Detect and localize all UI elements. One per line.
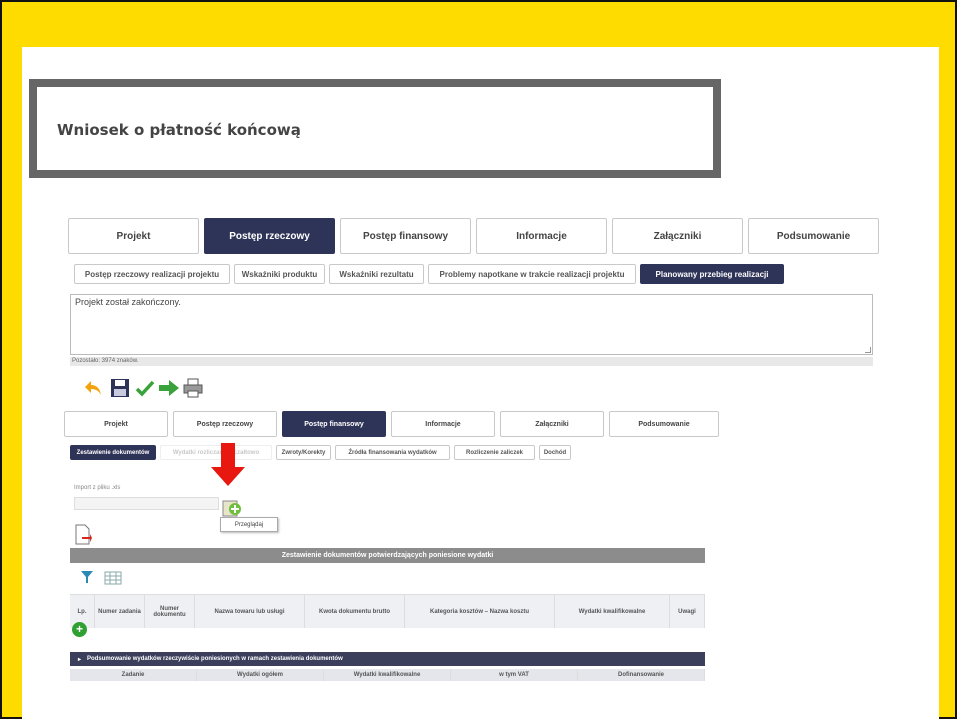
file-input[interactable] xyxy=(74,497,219,510)
char-count: Pozostało: 3974 znaków. xyxy=(70,357,873,366)
slide-frame: Wniosek o płatność końcową Projekt Postę… xyxy=(0,0,957,719)
column-header: Uwagi xyxy=(670,595,705,628)
subtab-planowany-przebieg[interactable]: Planowany przebieg realizacji xyxy=(640,264,784,284)
inner-subtab-dochod[interactable]: Dochód xyxy=(539,445,571,460)
inner-subtab-zaliczki[interactable]: Rozliczenie zaliczek xyxy=(454,445,535,460)
table-view-icon[interactable] xyxy=(104,571,122,585)
inner-tab-postep-rzeczowy[interactable]: Postęp rzeczowy xyxy=(173,411,277,437)
column-header: Dofinansowanie xyxy=(578,669,705,681)
column-header: Numer dokumentu xyxy=(145,595,195,628)
tab-postep-finansowy[interactable]: Postęp finansowy xyxy=(340,218,471,254)
import-label: Import z pliku .xls xyxy=(74,485,121,491)
documents-section-header: Zestawienie dokumentów potwierdzających … xyxy=(70,548,705,563)
subtab-wskazniki-produktu[interactable]: Wskaźniki produktu xyxy=(234,264,325,284)
column-header: Wydatki kwalifikowalne xyxy=(555,595,670,628)
red-arrow-indicator xyxy=(210,443,246,487)
column-header: Kwota dokumentu brutto xyxy=(305,595,405,628)
column-header: Kategoria kosztów – Nazwa kosztu xyxy=(405,595,555,628)
resize-handle[interactable] xyxy=(865,347,871,353)
expand-caret-icon: ▸ xyxy=(78,656,82,663)
forward-arrow-icon[interactable] xyxy=(158,377,180,399)
print-icon[interactable] xyxy=(182,377,204,399)
tab-podsumowanie[interactable]: Podsumowanie xyxy=(748,218,879,254)
save-icon[interactable] xyxy=(109,377,131,399)
inner-tab-postep-finansowy[interactable]: Postęp finansowy xyxy=(282,411,386,437)
textarea-value: Projekt został zakończony. xyxy=(75,297,181,307)
tab-informacje[interactable]: Informacje xyxy=(476,218,607,254)
column-header: Wydatki kwalifikowalne xyxy=(324,669,451,681)
inner-tab-informacje[interactable]: Informacje xyxy=(391,411,495,437)
subtab-problemy[interactable]: Problemy napotkane w trakcie realizacji … xyxy=(428,264,636,284)
column-header: Zadanie xyxy=(70,669,197,681)
check-icon[interactable] xyxy=(134,377,156,399)
inner-subtab-zwroty[interactable]: Zwroty/Korekty xyxy=(276,445,331,460)
subtab-wskazniki-rezultatu[interactable]: Wskaźniki rezultatu xyxy=(329,264,424,284)
inner-tab-zalaczniki[interactable]: Załączniki xyxy=(500,411,604,437)
subtab-postep-rzeczowy[interactable]: Postęp rzeczowy realizacji projektu xyxy=(74,264,230,284)
column-header: Wydatki ogółem xyxy=(197,669,324,681)
summary-table-header: Zadanie Wydatki ogółem Wydatki kwalifiko… xyxy=(70,669,705,681)
slide-title-box: Wniosek o płatność końcową xyxy=(29,79,721,178)
tab-projekt[interactable]: Projekt xyxy=(68,218,199,254)
summary-section-title: Podsumowanie wydatków rzeczywiście ponie… xyxy=(87,656,343,662)
inner-tab-projekt[interactable]: Projekt xyxy=(64,411,168,437)
browse-tooltip: Przeglądaj xyxy=(220,517,278,532)
filter-icon[interactable] xyxy=(80,570,94,584)
column-header: Nazwa towaru lub usługi xyxy=(195,595,305,628)
inner-subtab-zestawienie[interactable]: Zestawienie dokumentów xyxy=(70,445,156,460)
undo-icon[interactable] xyxy=(82,377,104,399)
upload-file-icon[interactable] xyxy=(221,498,243,518)
description-textarea[interactable]: Projekt został zakończony. xyxy=(70,294,873,355)
column-header: w tym VAT xyxy=(451,669,578,681)
column-header: Numer zadania xyxy=(95,595,145,628)
slide-title: Wniosek o płatność końcową xyxy=(57,121,301,139)
inner-subtab-zrodla[interactable]: Źródła finansowania wydatków xyxy=(335,445,450,460)
add-row-button[interactable]: + xyxy=(72,622,87,637)
summary-section-header[interactable]: ▸ Podsumowanie wydatków rzeczywiście pon… xyxy=(70,652,705,666)
documents-table-header: Lp. Numer zadania Numer dokumentu Nazwa … xyxy=(70,594,705,628)
document-export-icon[interactable] xyxy=(74,524,92,546)
inner-tab-podsumowanie[interactable]: Podsumowanie xyxy=(609,411,719,437)
tab-zalaczniki[interactable]: Załączniki xyxy=(612,218,743,254)
tab-postep-rzeczowy[interactable]: Postęp rzeczowy xyxy=(204,218,335,254)
